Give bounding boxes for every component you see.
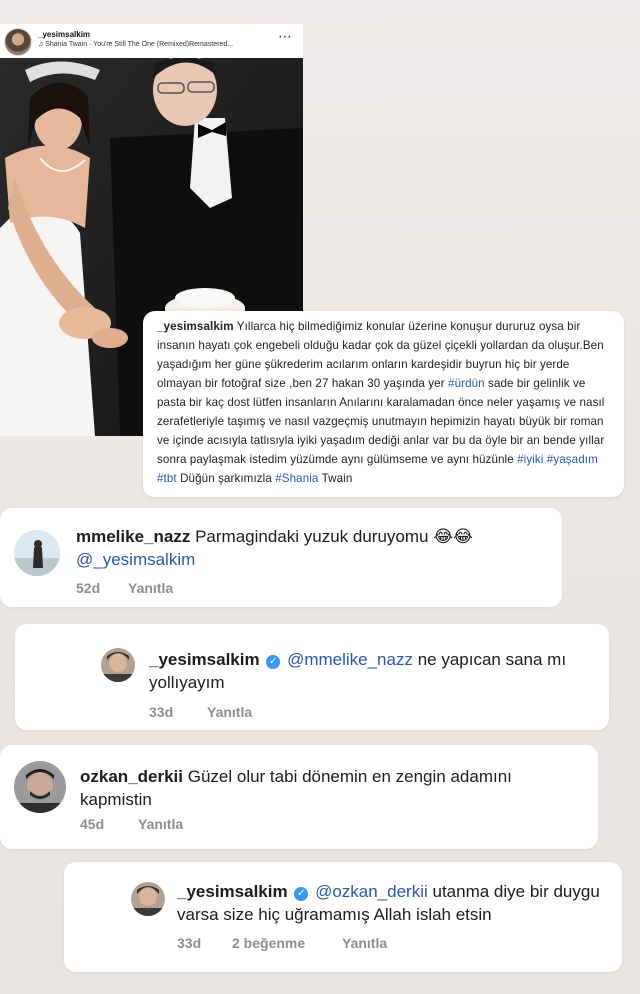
- post-caption: _yesimsalkim Yıllarca hiç bilmediğimiz k…: [157, 317, 615, 488]
- comment-time: 33d: [149, 704, 174, 720]
- comment-username[interactable]: mmelike_nazz: [76, 527, 190, 546]
- hashtag-shania[interactable]: #Shania: [275, 472, 318, 485]
- comment-card: ozkan_derkii Güzel olur tabi dönemin en …: [0, 745, 598, 849]
- caption-text-4: Twain: [321, 472, 353, 485]
- post-username[interactable]: _yesimsalkim: [38, 30, 90, 39]
- reply-card: _yesimsalkim ✓ @mmelike_nazz ne yapıcan …: [15, 624, 609, 730]
- comment-time: 45d: [80, 816, 105, 832]
- avatar-image: [131, 882, 165, 916]
- likes-count[interactable]: 2 beğenme: [232, 935, 305, 951]
- comment-body: ozkan_derkii Güzel olur tabi dönemin en …: [80, 765, 580, 811]
- comment-mention[interactable]: @mmelike_nazz: [287, 650, 413, 669]
- comment-body: _yesimsalkim ✓ @ozkan_derkii utanma diye…: [177, 880, 612, 926]
- post-music-info[interactable]: ♫ Shania Twain · You're Still The One (R…: [38, 41, 233, 48]
- commenter-avatar[interactable]: [14, 761, 66, 813]
- reply-button[interactable]: Yanıtla: [342, 935, 387, 951]
- comment-mention[interactable]: @_yesimsalkim: [76, 550, 195, 569]
- hashtag-iyiki[interactable]: #iyiki: [517, 453, 543, 466]
- avatar-image: [14, 530, 60, 576]
- verified-badge-icon: ✓: [294, 887, 309, 901]
- comment-body: mmelike_nazz Parmagindaki yuzuk duruyomu…: [76, 525, 546, 571]
- caption-text-3: Düğün şarkımızla: [180, 472, 272, 485]
- avatar-image: [101, 648, 135, 682]
- commenter-avatar[interactable]: [101, 648, 135, 682]
- comment-time: 33d: [177, 935, 202, 951]
- hashtag-tbt[interactable]: #tbt: [157, 472, 177, 485]
- comment-card: mmelike_nazz Parmagindaki yuzuk duruyomu…: [0, 508, 562, 607]
- hashtag-yasadim[interactable]: #yaşadım: [547, 453, 598, 466]
- post-caption-card: _yesimsalkim Yıllarca hiç bilmediğimiz k…: [143, 311, 624, 497]
- comment-username[interactable]: _yesimsalkim: [149, 650, 260, 669]
- avatar-image: [14, 761, 66, 813]
- post-avatar[interactable]: [4, 28, 32, 56]
- music-note-icon: ♫: [38, 41, 44, 48]
- comment-time: 52d: [76, 580, 101, 596]
- comment-mention[interactable]: @ozkan_derkii: [315, 882, 428, 901]
- comment-username[interactable]: _yesimsalkim: [177, 882, 288, 901]
- more-options-icon[interactable]: ⋯: [278, 28, 293, 45]
- comment-text: Parmagindaki yuzuk duruyomu 😂😂: [195, 527, 473, 546]
- post-music-label: Shania Twain · You're Still The One (Rem…: [45, 41, 234, 48]
- commenter-avatar[interactable]: [14, 530, 60, 576]
- comment-username[interactable]: ozkan_derkii: [80, 767, 183, 786]
- commenter-avatar[interactable]: [131, 882, 165, 916]
- verified-badge-icon: ✓: [266, 655, 281, 669]
- reply-button[interactable]: Yanıtla: [207, 704, 252, 720]
- reply-button[interactable]: Yanıtla: [128, 580, 173, 596]
- post-header: _yesimsalkim ♫ Shania Twain · You're Sti…: [0, 24, 303, 60]
- comment-body: _yesimsalkim ✓ @mmelike_nazz ne yapıcan …: [149, 648, 599, 694]
- reply-card: _yesimsalkim ✓ @ozkan_derkii utanma diye…: [64, 862, 622, 972]
- hashtag-urdun[interactable]: #ürdün: [448, 377, 485, 390]
- caption-username[interactable]: _yesimsalkim: [157, 320, 234, 333]
- reply-button[interactable]: Yanıtla: [138, 816, 183, 832]
